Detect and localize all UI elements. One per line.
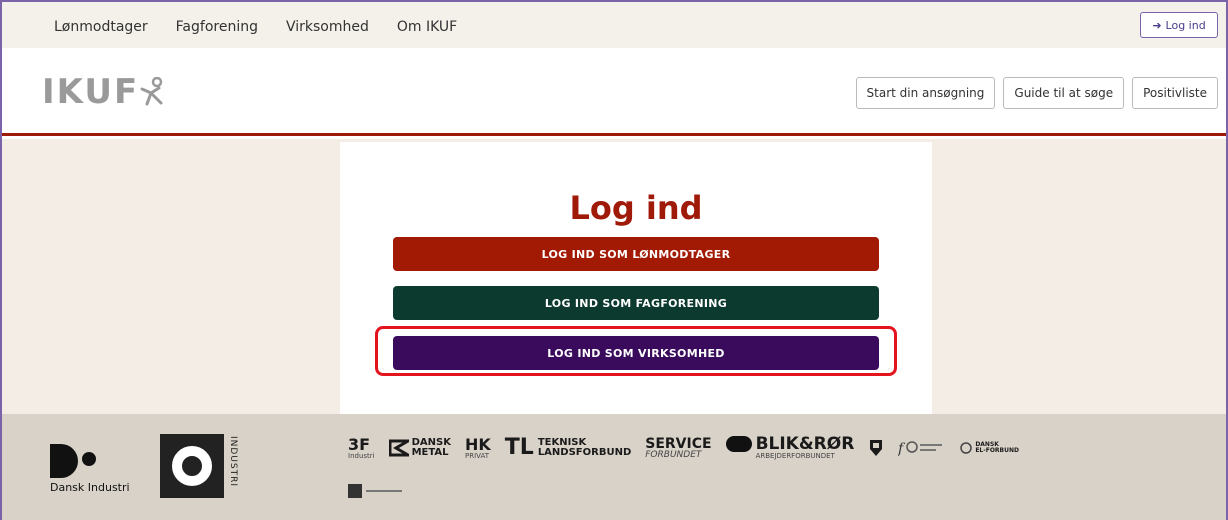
blik-mark-icon	[725, 436, 752, 452]
nav-link-om-ikuf[interactable]: Om IKUF	[397, 19, 457, 35]
logo-3f: 3F Industri	[348, 434, 375, 460]
co-ring-shape	[172, 446, 212, 486]
start-application-button[interactable]: Start din ansøgning	[855, 77, 996, 109]
ikuf-logo[interactable]: IKUF	[42, 72, 165, 112]
site-header: IKUF Start din ansøgning Guide til at sø…	[2, 48, 1226, 136]
union-logos: 3F Industri DANSK METAL HK PRIVAT TL TEK	[348, 436, 1019, 460]
header-buttons: Start din ansøgning Guide til at søge Po…	[855, 77, 1218, 109]
nav-link-virksomhed[interactable]: Virksomhed	[286, 19, 369, 35]
co-industri-label: INDUSTRI	[228, 436, 238, 488]
co-industri-logo	[160, 434, 224, 498]
di-label: Dansk Industri	[50, 481, 130, 494]
logo-blik-ror: BLIK&RØR ARBEJDERFORBUNDET	[725, 436, 854, 460]
fod-logo-icon: f	[898, 441, 943, 457]
logo-teknisk-landsforbund: TL TEKNISK LANDSFORBUND	[504, 435, 632, 460]
browser-frame: Lønmodtager Fagforening Virksomhed Om IK…	[0, 0, 1228, 520]
guide-button[interactable]: Guide til at søge	[1003, 77, 1125, 109]
dansk-industri-logo: Dansk Industri	[50, 438, 148, 494]
top-nav-links: Lønmodtager Fagforening Virksomhed Om IK…	[54, 19, 485, 35]
login-fagforening-button[interactable]: LOG IND SOM FAGFORENING	[393, 286, 879, 320]
positivliste-button[interactable]: Positivliste	[1132, 77, 1218, 109]
di-d-shape	[50, 444, 78, 478]
nav-link-fagforening[interactable]: Fagforening	[176, 19, 258, 35]
logo-hk-privat: HK PRIVAT	[464, 434, 491, 460]
login-lonmodtager-button[interactable]: LOG IND SOM LØNMODTAGER	[393, 237, 879, 271]
nav-link-lonmodtager[interactable]: Lønmodtager	[54, 19, 148, 35]
dansk-metal-mark-icon	[388, 439, 409, 457]
top-login-button[interactable]: ➜ Log ind	[1140, 12, 1218, 38]
el-forbund-mark-icon	[960, 442, 973, 454]
page-title: Log ind	[569, 189, 703, 227]
logo-dansk-el-forbund: DANSK EL-FORBUND	[960, 440, 1019, 456]
shield-logo-icon	[870, 440, 883, 456]
di-dot-shape	[82, 452, 96, 466]
person-figure-icon	[140, 77, 163, 106]
ikuf-logo-text: IKUF	[42, 72, 140, 112]
highlight-box	[375, 326, 897, 376]
footer: Dansk Industri INDUSTRI 3F Industri DANS…	[2, 414, 1226, 520]
small-partner-logo	[348, 484, 408, 498]
logo-dansk-metal: DANSK METAL	[388, 438, 451, 458]
login-arrow-icon: ➜	[1152, 18, 1162, 32]
top-navigation: Lønmodtager Fagforening Virksomhed Om IK…	[2, 2, 1226, 48]
svg-text:f: f	[898, 441, 906, 457]
logo-serviceforbundet: SERVICE FORBUNDET	[645, 435, 712, 460]
top-login-label: Log ind	[1165, 18, 1206, 32]
